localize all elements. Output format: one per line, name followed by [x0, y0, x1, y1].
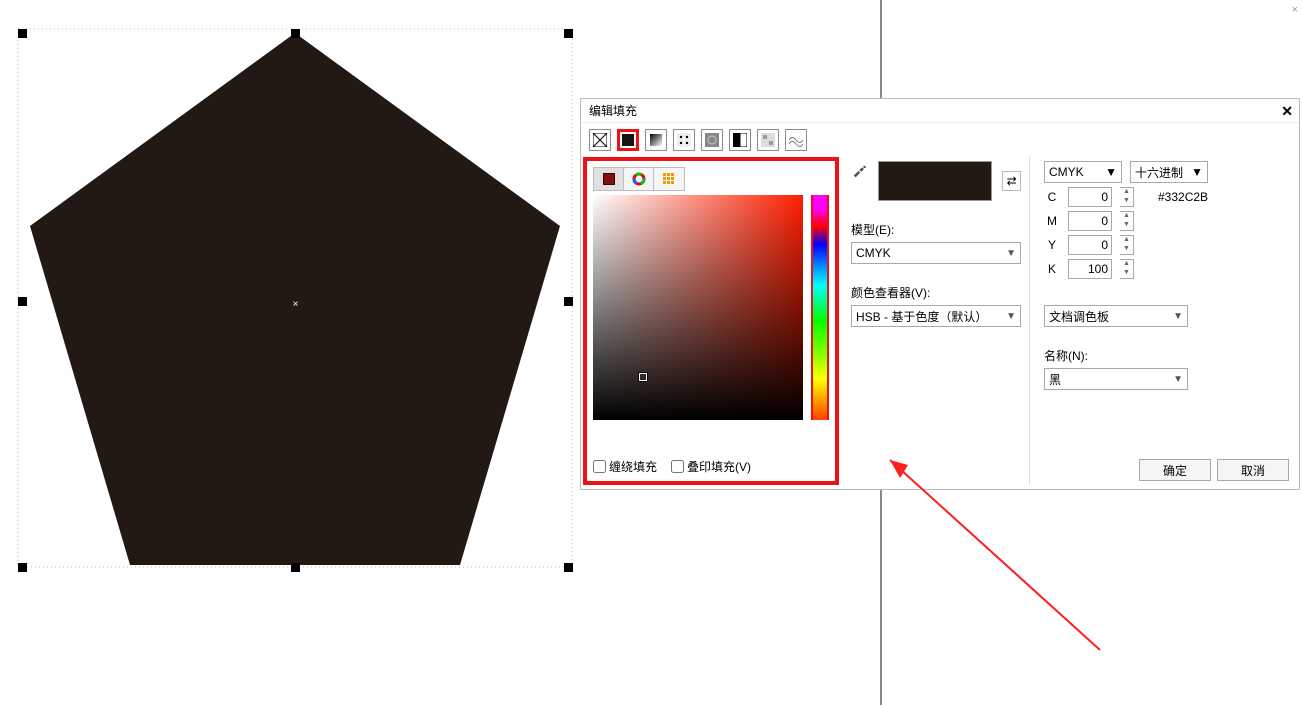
cancel-button[interactable]: 取消 [1217, 459, 1289, 481]
c-label: C [1044, 190, 1060, 204]
c-input[interactable] [1068, 187, 1112, 207]
overprint-fill-checkbox[interactable]: 叠印填充(V) [671, 458, 751, 475]
center-marker[interactable]: × [291, 299, 300, 308]
color-model-column: ⇄ 模型(E): CMYK▼ 颜色查看器(V): HSB - 基于色度（默认）▼ [839, 157, 1029, 485]
c-spinner[interactable]: ▲▼ [1120, 187, 1134, 207]
fill-type-row [581, 123, 1299, 153]
handle-n[interactable] [291, 29, 300, 38]
fill-two-color-icon[interactable] [729, 129, 751, 151]
viewer-tab-grid-icon[interactable] [654, 168, 684, 190]
viewer-label: 颜色查看器(V): [851, 284, 1021, 301]
current-color-swatch [878, 161, 993, 201]
dialog-title: 编辑填充 [581, 99, 1299, 123]
wrap-fill-checkbox[interactable]: 缠绕填充 [593, 458, 657, 475]
handle-nw[interactable] [18, 29, 27, 38]
handle-s[interactable] [291, 563, 300, 572]
fill-pattern-bitmap-icon[interactable] [701, 129, 723, 151]
k-label: K [1044, 262, 1060, 276]
fill-texture-icon[interactable] [757, 129, 779, 151]
hue-slider[interactable] [811, 195, 829, 420]
sv-handle[interactable] [639, 373, 647, 381]
viewer-tab-wheel-icon[interactable] [624, 168, 654, 190]
m-input[interactable] [1068, 211, 1112, 231]
handle-se[interactable] [564, 563, 573, 572]
fill-pattern-vector-icon[interactable] [673, 129, 695, 151]
model-label: 模型(E): [851, 221, 1021, 238]
fill-none-icon[interactable] [589, 129, 611, 151]
handle-w[interactable] [18, 297, 27, 306]
ok-button[interactable]: 确定 [1139, 459, 1211, 481]
m-label: M [1044, 214, 1060, 228]
y-input[interactable] [1068, 235, 1112, 255]
swap-colors-icon[interactable]: ⇄ [1002, 171, 1021, 191]
viewer-tabs [593, 167, 685, 191]
name-label: 名称(N): [1044, 347, 1291, 364]
panel-close-icon[interactable]: × [1292, 4, 1298, 16]
handle-e[interactable] [564, 297, 573, 306]
handle-sw[interactable] [18, 563, 27, 572]
fill-postscript-icon[interactable] [785, 129, 807, 151]
y-spinner[interactable]: ▲▼ [1120, 235, 1134, 255]
close-icon[interactable]: ✕ [1281, 103, 1293, 120]
handle-ne[interactable] [564, 29, 573, 38]
color-picker-area: 缠绕填充 叠印填充(V) [583, 157, 839, 485]
model-select[interactable]: CMYK▼ [851, 242, 1021, 264]
fill-fountain-icon[interactable] [645, 129, 667, 151]
saturation-value-picker[interactable] [593, 195, 803, 420]
viewer-tab-swatch-icon[interactable] [594, 168, 624, 190]
m-spinner[interactable]: ▲▼ [1120, 211, 1134, 231]
name-select[interactable]: 黑▼ [1044, 368, 1188, 390]
hex-mode-select[interactable]: 十六进制▼ [1130, 161, 1208, 183]
k-spinner[interactable]: ▲▼ [1120, 259, 1134, 279]
eyedropper-icon[interactable] [851, 161, 868, 179]
fill-uniform-icon[interactable] [617, 129, 639, 151]
colorspace-select[interactable]: CMYK▼ [1044, 161, 1122, 183]
viewer-select[interactable]: HSB - 基于色度（默认）▼ [851, 305, 1021, 327]
y-label: Y [1044, 238, 1060, 252]
values-column: CMYK▼ 十六进制▼ C ▲▼ #332C2B M ▲▼ Y ▲▼ K [1029, 157, 1291, 485]
hex-value: #332C2B [1158, 190, 1208, 204]
edit-fill-dialog: 编辑填充 ✕ 缠绕填充 叠印填充(V) [580, 98, 1300, 490]
k-input[interactable] [1068, 259, 1112, 279]
palette-select[interactable]: 文档调色板▼ [1044, 305, 1188, 327]
